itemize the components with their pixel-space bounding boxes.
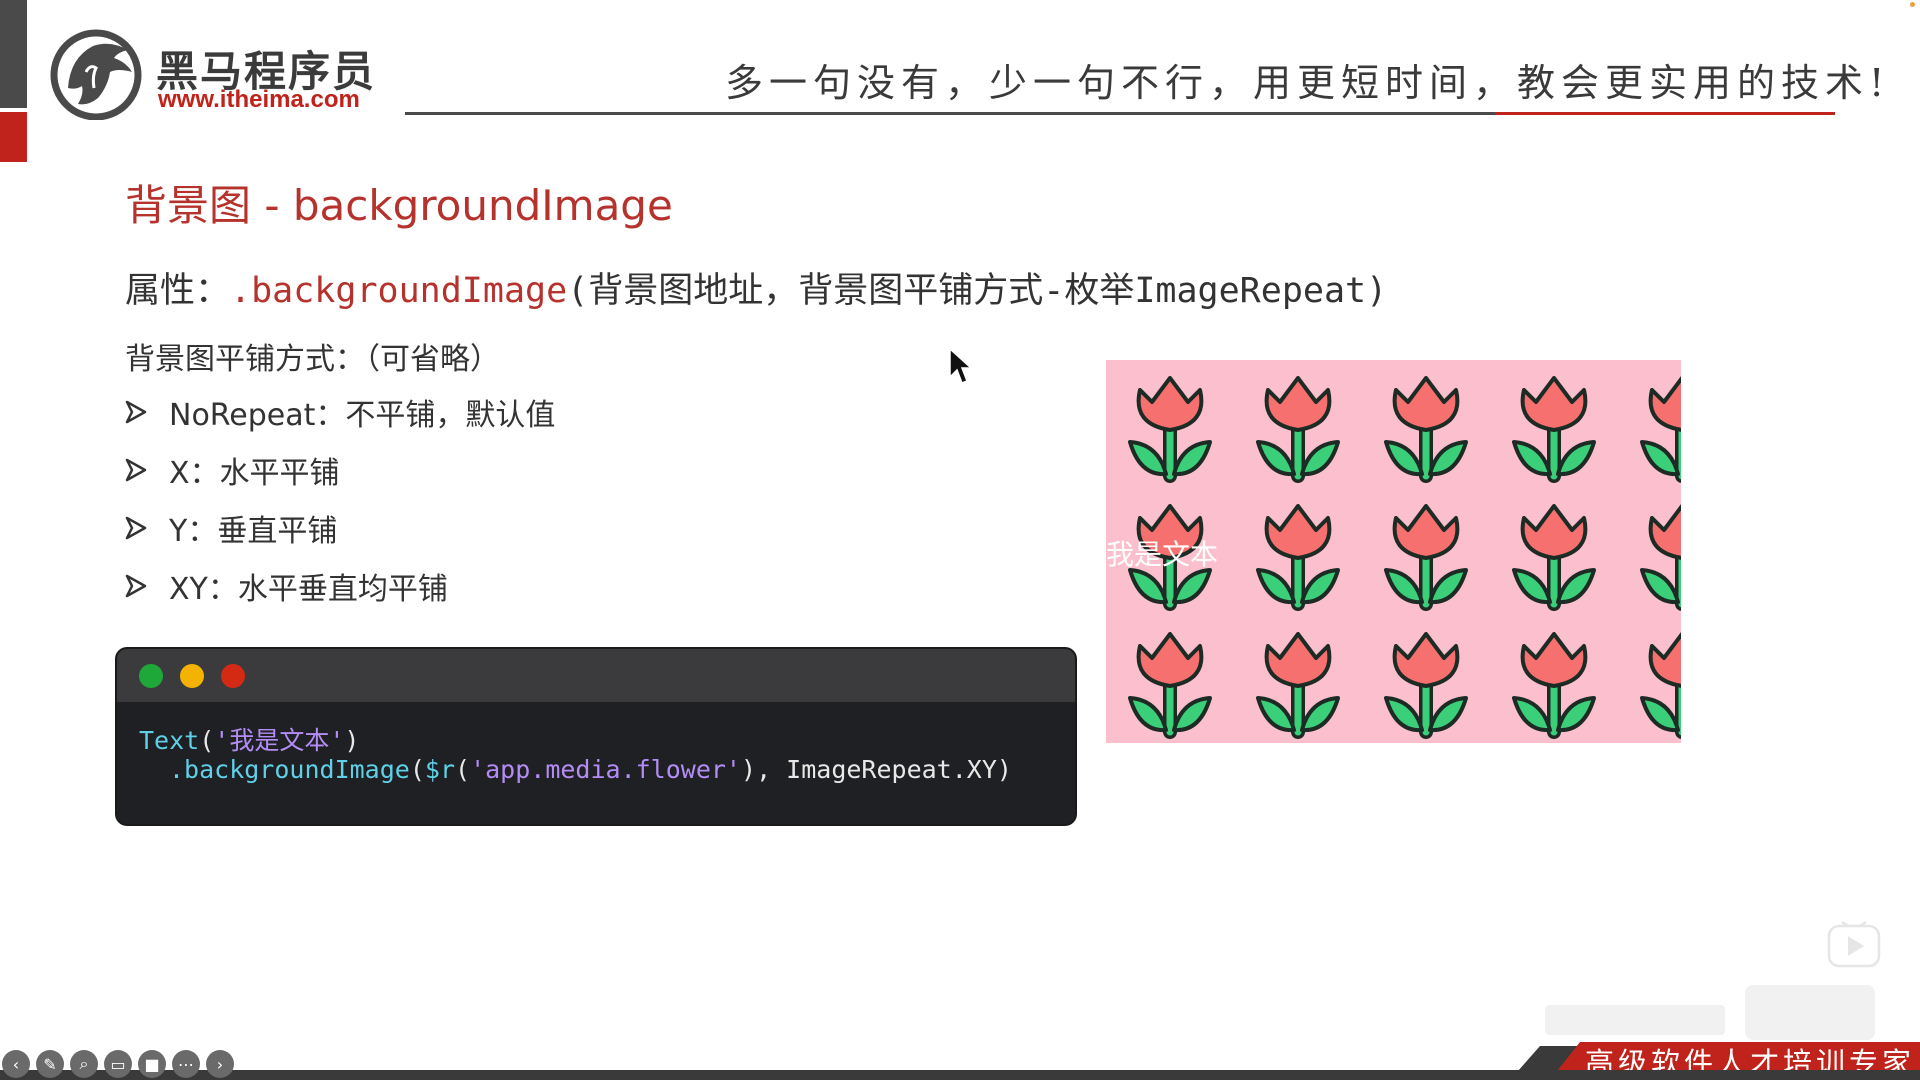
code-paren: ) (741, 755, 757, 784)
code-paren: ( (455, 755, 471, 784)
code-line-1: Text('我是文本') (139, 721, 359, 757)
tulip-icon (1384, 632, 1468, 739)
property-line: 属性：.backgroundImage(背景图地址，背景图平铺方式-枚举Imag… (125, 262, 1387, 313)
mouse-cursor-icon (949, 347, 972, 384)
tulip-icon (1512, 504, 1596, 611)
camera-icon[interactable]: ■ (138, 1050, 166, 1078)
tulip-icon (1512, 632, 1596, 739)
pen-icon[interactable]: ✎ (36, 1050, 64, 1078)
arrow-bullet-icon (125, 574, 147, 598)
code-paren: ( (409, 755, 425, 784)
tulip-icon (1256, 504, 1340, 611)
code-enum: ImageRepeat.XY (786, 755, 997, 784)
forward-icon[interactable]: › (206, 1050, 234, 1078)
arrow-bullet-icon (125, 400, 147, 424)
demo-text: 我是文本 (1106, 538, 1219, 571)
zoom-icon[interactable]: ⌕ (70, 1050, 98, 1078)
code-string: '我是文本' (214, 726, 345, 755)
list-item: NoRepeat：不平铺，默认值 (125, 390, 555, 434)
bottom-bar (0, 1070, 1920, 1080)
code-paren: ) (996, 755, 1012, 784)
cc-icon[interactable]: ▭ (104, 1050, 132, 1078)
play-icon[interactable] (1826, 918, 1882, 970)
brand-logo: 黑马程序员 www.itheima.com (48, 28, 374, 120)
header-rule-accent (1495, 112, 1835, 115)
more-icon[interactable]: ⋯ (172, 1050, 200, 1078)
tulip-icon (1640, 376, 1681, 483)
list-item: XY：水平垂直均平铺 (125, 564, 448, 608)
back-icon[interactable]: ‹ (2, 1050, 30, 1078)
slide-title: 背景图 - backgroundImage (125, 181, 673, 230)
tulip-icon (1384, 504, 1468, 611)
option-label: Y：垂直平铺 (169, 514, 338, 549)
property-args: (背景图地址，背景图平铺方式-枚举ImageRepeat) (567, 271, 1388, 311)
code-window: Text('我是文本') .backgroundImage($r('app.me… (115, 647, 1077, 826)
code-fn-text: Text (139, 726, 200, 755)
option-label: X：水平平铺 (169, 456, 340, 491)
player-controls: ‹ ✎ ⌕ ▭ ■ ⋯ › (2, 1050, 234, 1078)
code-paren: ( (199, 726, 215, 755)
code-method: .backgroundImage (169, 755, 410, 784)
tulip-icon (1640, 504, 1681, 611)
property-method: .backgroundImage (230, 271, 568, 311)
code-line-2: .backgroundImage($r('app.media.flower'),… (169, 755, 1012, 784)
tulip-icon (1512, 376, 1596, 483)
tulip-icon (1256, 376, 1340, 483)
left-edge-red-bar (0, 112, 27, 162)
code-string: 'app.media.flower' (470, 755, 741, 784)
window-dot-green (139, 664, 163, 688)
header-slogan: 多一句没有，少一句不行，用更短时间，教会更实用的技术! (725, 61, 1891, 105)
option-label: NoRepeat：不平铺，默认值 (169, 398, 556, 433)
brand-url: www.itheima.com (158, 86, 360, 113)
corner-indicator (1910, 2, 1915, 7)
list-item: Y：垂直平铺 (125, 506, 337, 550)
code-window-titlebar (117, 649, 1075, 702)
tulip-icon (1128, 632, 1212, 739)
header-rule (405, 112, 1495, 115)
code-paren: ) (344, 726, 360, 755)
left-edge-dark-bar (0, 0, 27, 108)
option-label: XY：水平垂直均平铺 (169, 572, 448, 607)
list-item: X：水平平铺 (125, 448, 340, 492)
horse-logo-icon (50, 29, 142, 120)
tulip-icon (1128, 376, 1212, 483)
property-prefix: 属性： (125, 271, 231, 311)
arrow-bullet-icon (125, 458, 147, 482)
tulip-icon (1640, 632, 1681, 739)
window-dot-yellow (180, 664, 204, 688)
code-fn-r: $r (424, 755, 455, 784)
code-comma: , (756, 755, 787, 784)
repeat-mode-heading: 背景图平铺方式：（可省略） (125, 342, 500, 377)
arrow-bullet-icon (125, 516, 147, 540)
window-dot-red (221, 664, 245, 688)
tulip-icon (1384, 376, 1468, 483)
tulip-icon (1256, 632, 1340, 739)
